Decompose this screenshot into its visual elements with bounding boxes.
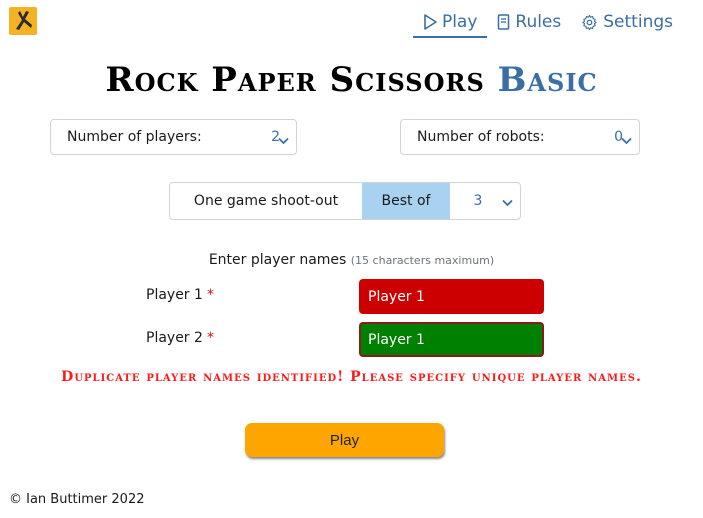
page-title: Rock Paper Scissors Basic: [0, 60, 703, 100]
title-main: Rock Paper Scissors: [105, 60, 485, 100]
chevron-down-icon: [278, 133, 289, 149]
robots-select[interactable]: Number of robots: 0: [400, 119, 640, 155]
nav-play-label: Play: [441, 12, 478, 32]
app-logo-icon[interactable]: [9, 7, 37, 35]
player-2-label-text: Player 2: [146, 330, 203, 346]
top-nav: Play Rules Settings: [412, 8, 683, 38]
play-button[interactable]: Play: [245, 423, 444, 457]
nav-settings-label: Settings: [603, 12, 673, 32]
nav-play[interactable]: Play: [412, 8, 488, 38]
player-1-label-text: Player 1: [146, 287, 203, 303]
player-names-instruction: Enter player names (15 characters maximu…: [0, 252, 703, 268]
required-marker: *: [206, 330, 214, 346]
best-of-count-value: 3: [473, 193, 483, 209]
game-mode-selector: One game shoot-out Best of 3: [169, 182, 521, 220]
play-triangle-icon: [423, 14, 437, 30]
gear-icon: [581, 14, 598, 31]
player-1-name-input[interactable]: Player 1: [359, 279, 544, 314]
players-select[interactable]: Number of players: 2: [50, 119, 297, 155]
chevron-down-icon: [621, 133, 632, 149]
duplicate-names-error: Duplicate player names identified! Pleas…: [61, 369, 642, 385]
footer-copyright: © Ian Buttimer 2022: [9, 492, 145, 507]
required-marker: *: [206, 287, 214, 303]
instruction-text: Enter player names: [208, 252, 347, 268]
player-2-name-input[interactable]: Player 1: [359, 322, 544, 357]
best-of-count-select[interactable]: 3: [450, 183, 520, 219]
nav-rules[interactable]: Rules: [487, 8, 571, 36]
chevron-down-icon: [502, 195, 513, 211]
title-accent: Basic: [497, 60, 598, 100]
player-2-label: Player 2 *: [146, 330, 214, 346]
book-icon: [497, 14, 510, 30]
best-of-option[interactable]: Best of: [362, 183, 450, 219]
players-select-label: Number of players:: [67, 129, 202, 145]
player-1-label: Player 1 *: [146, 287, 214, 303]
nav-rules-label: Rules: [515, 12, 562, 32]
one-game-shootout-option[interactable]: One game shoot-out: [170, 183, 362, 219]
robots-select-label: Number of robots:: [417, 129, 545, 145]
instruction-hint: (15 characters maximum): [350, 254, 495, 267]
nav-settings[interactable]: Settings: [571, 8, 683, 36]
